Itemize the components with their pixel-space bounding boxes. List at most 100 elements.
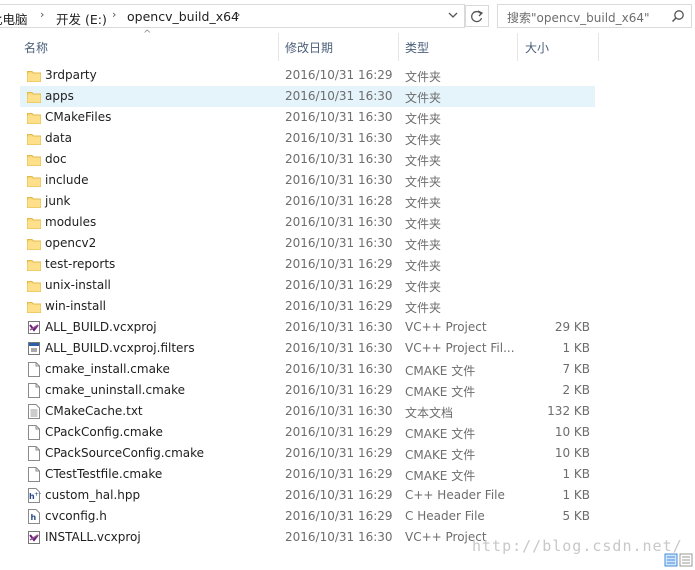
file-row[interactable]: junk 2016/10/31 16:28 文件夹 [20, 191, 595, 212]
file-type: 文件夹 [405, 301, 442, 315]
file-size: 29 KB [554, 320, 590, 334]
file-name: CMakeFiles [45, 110, 112, 124]
file-name: INSTALL.vcxproj [45, 530, 141, 544]
file-row[interactable]: cmake_uninstall.cmake 2016/10/31 16:29 CMA… [20, 380, 595, 401]
refresh-button[interactable] [465, 5, 489, 27]
file-row[interactable]: modules 2016/10/31 16:30 文件夹 [20, 212, 595, 233]
chevron-right-icon[interactable]: › [40, 8, 44, 21]
file-date: 2016/10/31 16:29 [285, 446, 393, 460]
file-date: 2016/10/31 16:29 [285, 425, 393, 439]
file-size: 132 KB [547, 404, 590, 418]
file-size: 5 KB [562, 509, 590, 523]
file-type: 文件夹 [405, 217, 442, 231]
chevron-right-icon[interactable]: › [236, 8, 240, 21]
file-type: 文件夹 [405, 280, 442, 294]
column-type[interactable]: 类型 [405, 39, 429, 56]
breadcrumb[interactable]: 此电脑 › 开发 (E:) › opencv_build_x64 › [0, 4, 465, 28]
chevron-right-icon[interactable]: › [112, 8, 116, 21]
watermark: http://blog.csdn.net/ [472, 537, 683, 555]
file-row[interactable]: CMakeCache.txt 2016/10/31 16:30 文本文档 132 KB [20, 401, 595, 422]
file-type: 文件夹 [405, 70, 442, 84]
file-date: 2016/10/31 16:30 [285, 89, 393, 103]
text-file-icon [27, 404, 41, 419]
file-date: 2016/10/31 16:30 [285, 530, 393, 544]
file-date: 2016/10/31 16:29 [285, 299, 393, 313]
search-input[interactable]: 搜索"opencv_build_x64" [497, 4, 692, 28]
file-icon [27, 425, 41, 440]
view-toggle[interactable] [664, 553, 694, 567]
file-name: cmake_install.cmake [45, 362, 170, 376]
file-type: 文件夹 [405, 175, 442, 189]
file-type: 文件夹 [405, 238, 442, 252]
file-type: 文件夹 [405, 112, 442, 126]
file-row[interactable]: doc 2016/10/31 16:30 文件夹 [20, 149, 595, 170]
file-type: CMAKE 文件 [405, 427, 476, 441]
column-header: ^ 名称 修改日期 类型 大小 [0, 29, 695, 61]
column-date[interactable]: 修改日期 [285, 39, 333, 56]
file-date: 2016/10/31 16:29 [285, 383, 393, 397]
file-size: 1 KB [562, 341, 590, 355]
file-date: 2016/10/31 16:30 [285, 173, 393, 187]
file-date: 2016/10/31 16:30 [285, 110, 393, 124]
file-list: 3rdparty 2016/10/31 16:29 文件夹 apps 2016/10/3… [20, 65, 595, 548]
file-row[interactable]: apps 2016/10/31 16:30 文件夹 [20, 86, 595, 107]
column-divider[interactable] [517, 33, 518, 61]
search-icon [671, 10, 684, 23]
folder-icon [27, 89, 41, 104]
file-row[interactable]: include 2016/10/31 16:30 文件夹 [20, 170, 595, 191]
file-type: CMAKE 文件 [405, 385, 476, 399]
file-size: 10 KB [554, 446, 590, 460]
file-name: win-install [45, 299, 107, 313]
column-size[interactable]: 大小 [525, 39, 549, 56]
file-size: 10 KB [554, 425, 590, 439]
file-type: VC++ Project Fil... [405, 341, 515, 355]
file-date: 2016/10/31 16:30 [285, 404, 393, 418]
file-size: 1 KB [562, 488, 590, 502]
breadcrumb-this-pc[interactable]: 此电脑 [0, 9, 28, 28]
file-row[interactable]: test-reports 2016/10/31 16:29 文件夹 [20, 254, 595, 275]
hpp-icon: h++ [27, 488, 44, 503]
file-row[interactable]: CMakeFiles 2016/10/31 16:30 文件夹 [20, 107, 595, 128]
folder-icon [27, 110, 41, 125]
svg-text:++: ++ [34, 491, 41, 498]
file-name: CPackSourceConfig.cmake [45, 446, 205, 460]
file-name: CPackConfig.cmake [45, 425, 163, 439]
file-row[interactable]: ALL_BUILD.vcxproj.filters 2016/10/31 16:3… [20, 338, 595, 359]
file-row[interactable]: cmake_install.cmake 2016/10/31 16:30 CMAKE… [20, 359, 595, 380]
file-name: CTestTestfile.cmake [45, 467, 163, 481]
breadcrumb-folder[interactable]: opencv_build_x64 [127, 9, 239, 24]
breadcrumb-drive[interactable]: 开发 (E:) [56, 9, 107, 28]
folder-icon [27, 173, 41, 188]
file-row[interactable]: win-install 2016/10/31 16:29 文件夹 [20, 296, 595, 317]
column-divider[interactable] [398, 33, 399, 61]
column-divider[interactable] [278, 33, 279, 61]
file-type: CMAKE 文件 [405, 364, 476, 378]
file-row[interactable]: data 2016/10/31 16:30 文件夹 [20, 128, 595, 149]
file-row[interactable]: CTestTestfile.cmake 2016/10/31 16:29 CMAKE… [20, 464, 595, 485]
file-date: 2016/10/31 16:29 [285, 488, 393, 502]
file-row[interactable]: h++custom_hal.hpp 2016/10/31 16:29 C++ Hea… [20, 485, 595, 506]
file-row[interactable]: CPackConfig.cmake 2016/10/31 16:29 CMAKE 文… [20, 422, 595, 443]
file-date: 2016/10/31 16:29 [285, 467, 393, 481]
file-name: modules [45, 215, 97, 229]
file-name: junk [45, 194, 71, 208]
file-row[interactable]: ALL_BUILD.vcxproj 2016/10/31 16:30 VC++ Pr… [20, 317, 595, 338]
file-name: 3rdparty [45, 68, 97, 82]
folder-icon [27, 215, 41, 230]
file-icon [27, 467, 41, 482]
address-history-button[interactable] [443, 5, 463, 25]
file-row[interactable]: CPackSourceConfig.cmake 2016/10/31 16:29 C… [20, 443, 595, 464]
column-name[interactable]: 名称 [24, 39, 48, 56]
file-row[interactable]: h cvconfig.h 2016/10/31 16:29 C Header File… [20, 506, 595, 527]
file-row[interactable]: unix-install 2016/10/31 16:29 文件夹 [20, 275, 595, 296]
svg-text:h: h [31, 513, 37, 522]
file-name: include [45, 173, 89, 187]
folder-icon [27, 68, 41, 83]
file-date: 2016/10/31 16:30 [285, 236, 393, 250]
column-divider[interactable] [598, 33, 599, 61]
file-row[interactable]: 3rdparty 2016/10/31 16:29 文件夹 [20, 65, 595, 86]
file-date: 2016/10/31 16:30 [285, 341, 393, 355]
file-date: 2016/10/31 16:28 [285, 194, 393, 208]
file-row[interactable]: opencv2 2016/10/31 16:30 文件夹 [20, 233, 595, 254]
file-name: cvconfig.h [45, 509, 107, 523]
